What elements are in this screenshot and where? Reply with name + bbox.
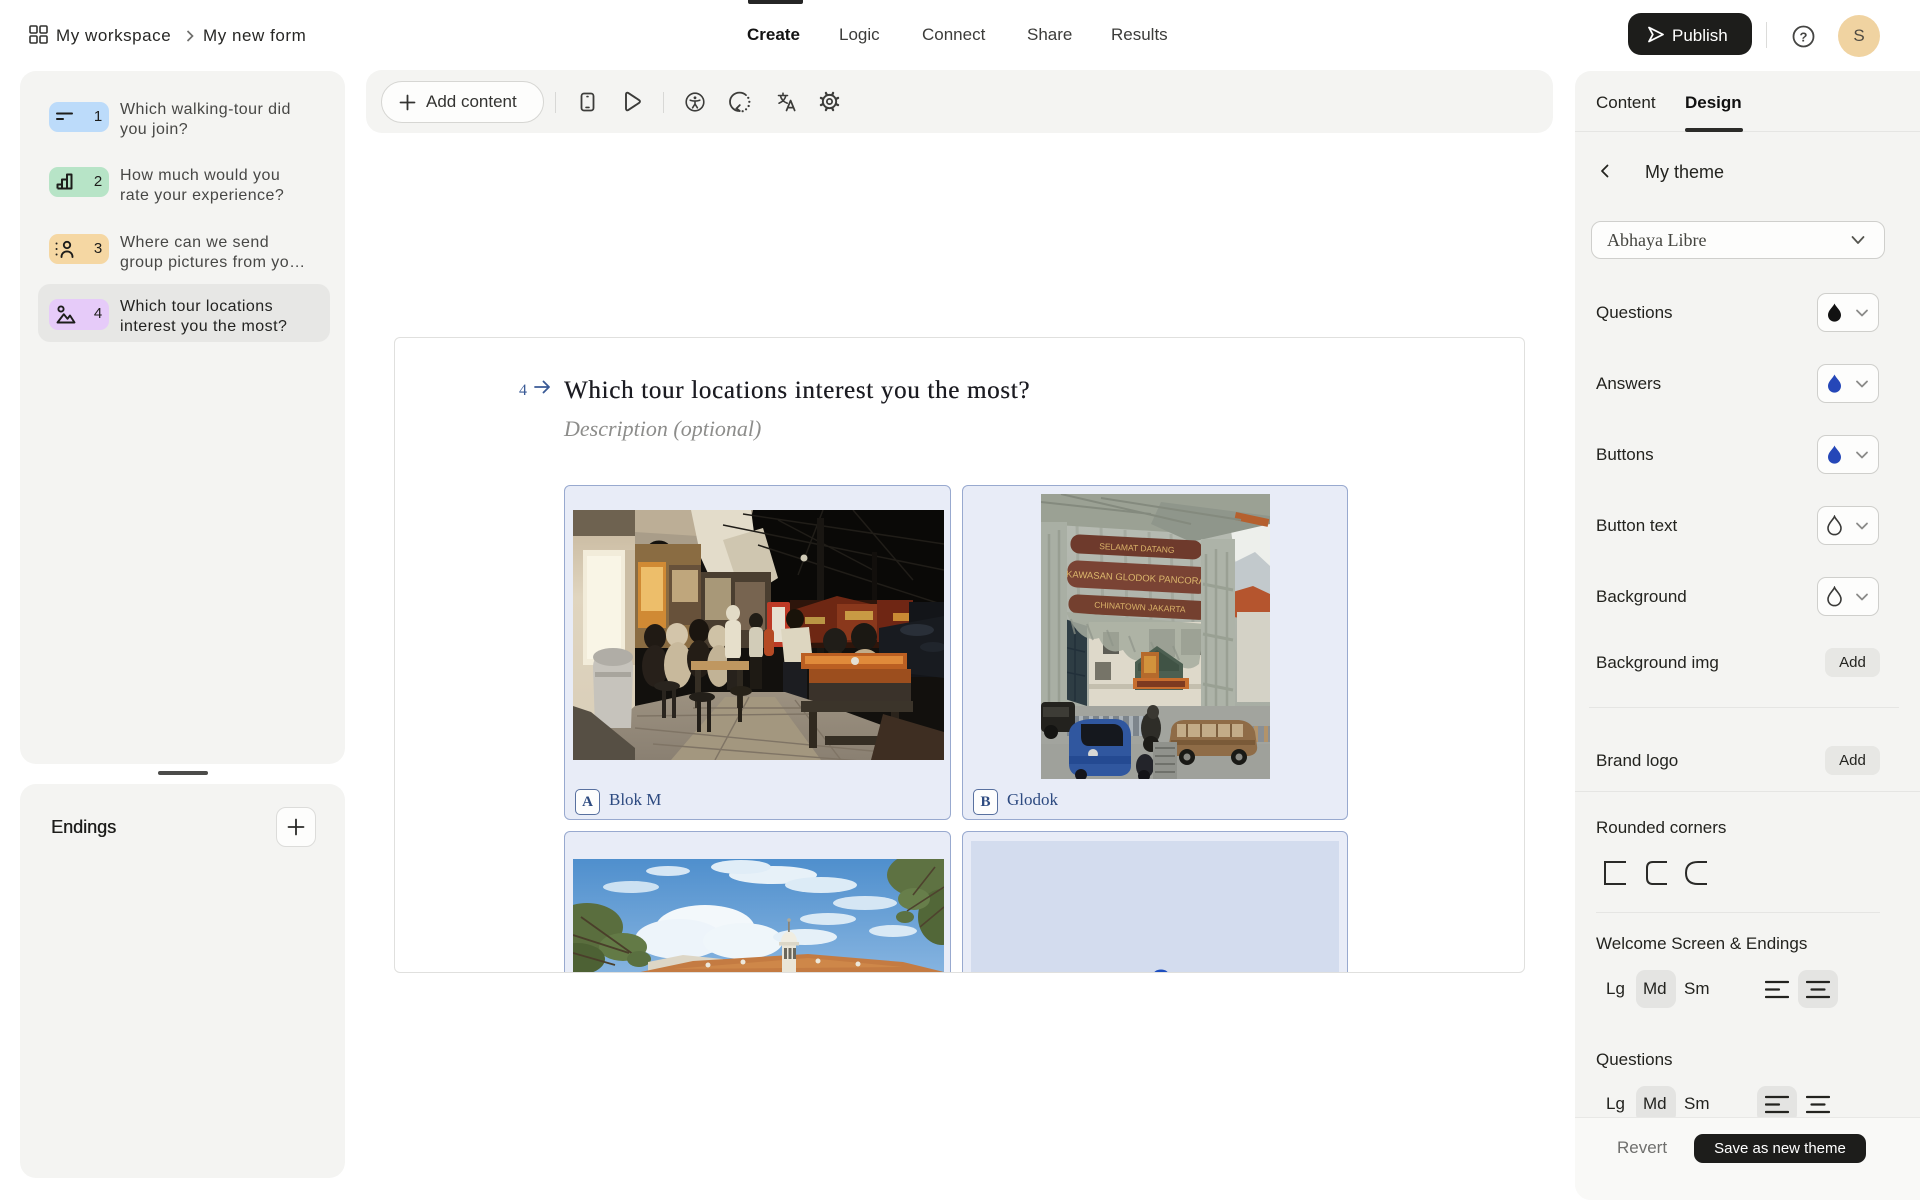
svg-text:?: ? (1800, 29, 1808, 44)
